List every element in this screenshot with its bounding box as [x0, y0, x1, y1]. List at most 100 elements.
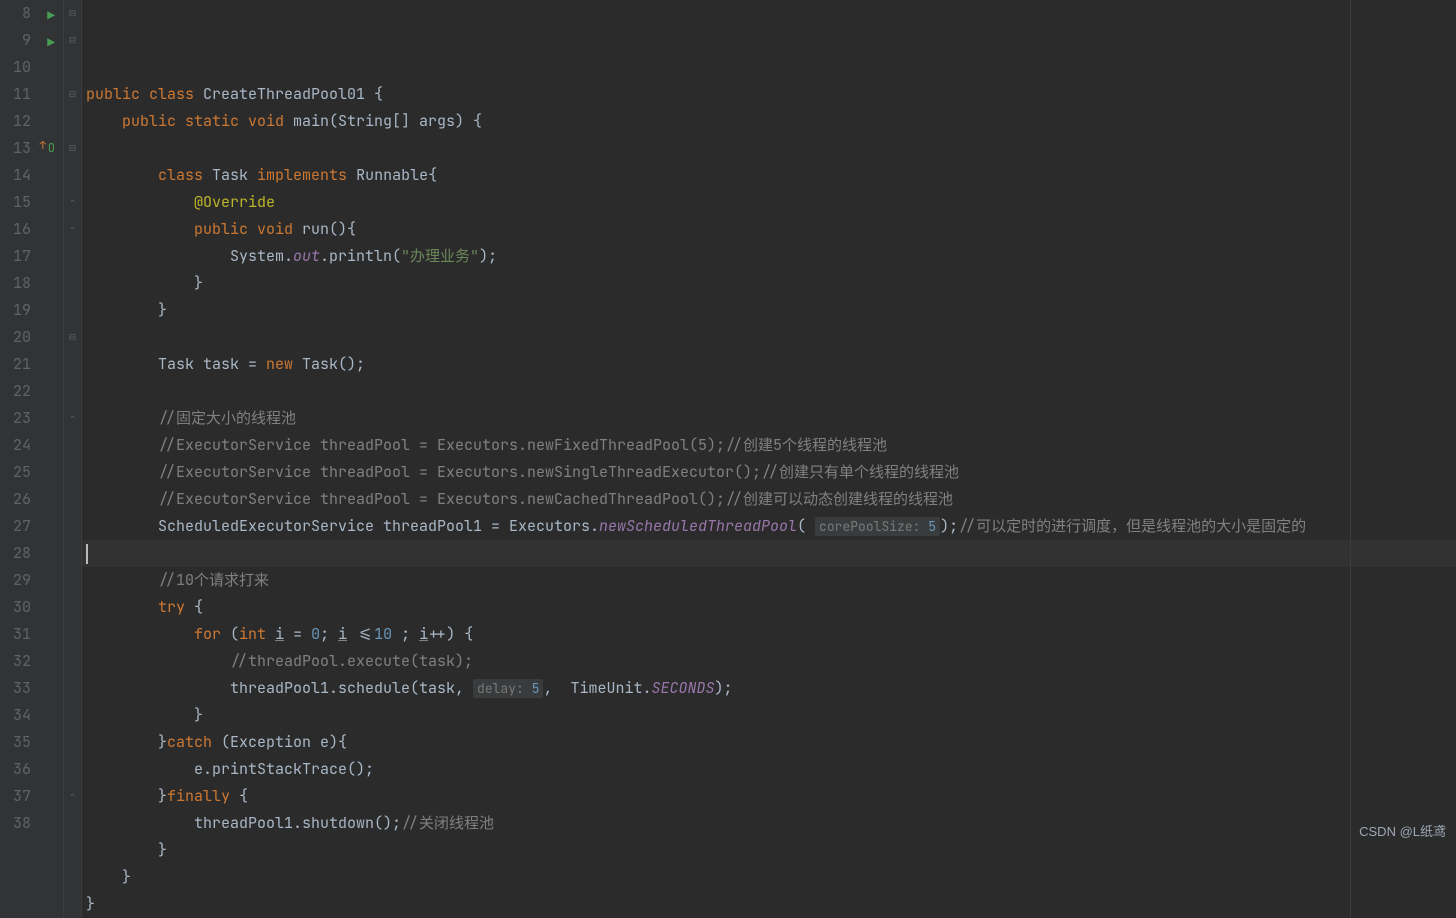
code-line[interactable]: for (int i = 0; i <=10 ; i++) { [82, 621, 1456, 648]
code-line[interactable]: try { [82, 594, 1456, 621]
code-line[interactable]: public void run(){ [82, 216, 1456, 243]
code-line[interactable]: //threadPool.execute(task); [82, 648, 1456, 675]
fold-marker[interactable] [64, 351, 81, 378]
line-number: 25 [0, 459, 31, 486]
line-number: 31 [0, 621, 31, 648]
fold-marker[interactable] [64, 459, 81, 486]
code-line[interactable] [82, 324, 1456, 351]
fold-marker[interactable] [64, 54, 81, 81]
fold-marker[interactable] [64, 621, 81, 648]
fold-marker[interactable]: ⊟ [64, 324, 81, 351]
fold-marker[interactable]: ⊟ [64, 135, 81, 162]
code-line[interactable]: } [82, 702, 1456, 729]
code-line[interactable]: //ExecutorService threadPool = Executors… [82, 486, 1456, 513]
parameter-hint: corePoolSize: 5 [815, 517, 940, 536]
code-line[interactable]: //ExecutorService threadPool = Executors… [82, 432, 1456, 459]
run-icon[interactable]: ▶ [47, 29, 55, 56]
fold-marker[interactable] [64, 432, 81, 459]
watermark: CSDN @L纸鸢 [1359, 818, 1446, 845]
fold-marker[interactable] [64, 702, 81, 729]
fold-marker[interactable] [64, 108, 81, 135]
fold-marker[interactable] [64, 729, 81, 756]
fold-marker[interactable] [64, 486, 81, 513]
line-number: 38 [0, 810, 31, 837]
code-line[interactable]: class Task implements Runnable{ [82, 162, 1456, 189]
line-number: 24 [0, 432, 31, 459]
code-line[interactable]: threadPool1.schedule(task, delay: 5, Tim… [82, 675, 1456, 702]
code-line[interactable] [82, 378, 1456, 405]
code-line[interactable]: Task task = new Task(); [82, 351, 1456, 378]
line-number: 30 [0, 594, 31, 621]
line-number: 22 [0, 378, 31, 405]
fold-marker[interactable] [64, 297, 81, 324]
code-line[interactable]: //固定大小的线程池 [82, 405, 1456, 432]
line-number: 17 [0, 243, 31, 270]
line-number: 8▶ [0, 0, 31, 27]
fold-marker[interactable]: ⌃ [64, 405, 81, 432]
fold-marker[interactable] [64, 594, 81, 621]
line-number: 35 [0, 729, 31, 756]
line-number: 26 [0, 486, 31, 513]
line-number-gutter: 8▶9▶10111213O↑14151617181920212223242526… [0, 0, 64, 918]
fold-marker[interactable] [64, 648, 81, 675]
line-number: 32 [0, 648, 31, 675]
line-number: 11 [0, 81, 31, 108]
line-number: 23 [0, 405, 31, 432]
code-area[interactable]: public class CreateThreadPool01 { public… [82, 0, 1456, 918]
code-line[interactable]: public static void main(String[] args) { [82, 108, 1456, 135]
line-number: 20 [0, 324, 31, 351]
fold-marker[interactable] [64, 162, 81, 189]
line-number: 21 [0, 351, 31, 378]
fold-marker[interactable]: ⌃ [64, 216, 81, 243]
line-number: 18 [0, 270, 31, 297]
fold-marker[interactable] [64, 756, 81, 783]
code-line[interactable]: //10个请求打来 [82, 567, 1456, 594]
run-icon[interactable]: ▶ [47, 2, 55, 29]
code-line[interactable]: }catch (Exception e){ [82, 729, 1456, 756]
fold-marker[interactable] [64, 540, 81, 567]
line-number: 27 [0, 513, 31, 540]
fold-marker[interactable] [64, 810, 81, 837]
line-number: 15 [0, 189, 31, 216]
override-icon[interactable]: O [48, 135, 55, 162]
fold-marker[interactable]: ⊟ [64, 0, 81, 27]
fold-marker[interactable]: ⌃ [64, 783, 81, 810]
line-number: 16 [0, 216, 31, 243]
fold-bar[interactable]: ⊟⊟⊟⊟⌃⌃⊟⌃⌃ [64, 0, 82, 918]
line-number: 9▶ [0, 27, 31, 54]
fold-marker[interactable] [64, 675, 81, 702]
code-line[interactable]: public class CreateThreadPool01 { [82, 81, 1456, 108]
code-line[interactable]: //ExecutorService threadPool = Executors… [82, 459, 1456, 486]
line-number: 34 [0, 702, 31, 729]
line-number: 29 [0, 567, 31, 594]
line-number: 13O↑ [0, 135, 31, 162]
fold-marker[interactable] [64, 243, 81, 270]
code-line[interactable]: @Override [82, 189, 1456, 216]
code-line[interactable]: } [82, 270, 1456, 297]
line-number: 12 [0, 108, 31, 135]
fold-marker[interactable]: ⊟ [64, 81, 81, 108]
line-number: 36 [0, 756, 31, 783]
code-line[interactable]: ScheduledExecutorService threadPool1 = E… [82, 513, 1456, 540]
fold-marker[interactable] [64, 270, 81, 297]
line-number: 37 [0, 783, 31, 810]
fold-marker[interactable] [64, 567, 81, 594]
code-line[interactable]: } [82, 864, 1456, 891]
code-line[interactable]: e.printStackTrace(); [82, 756, 1456, 783]
line-number: 14 [0, 162, 31, 189]
fold-marker[interactable] [64, 513, 81, 540]
line-number: 33 [0, 675, 31, 702]
fold-marker[interactable] [64, 378, 81, 405]
fold-marker[interactable]: ⌃ [64, 189, 81, 216]
code-line[interactable]: System.out.println("办理业务"); [82, 243, 1456, 270]
parameter-hint: delay: 5 [473, 679, 543, 698]
code-editor[interactable]: 8▶9▶10111213O↑14151617181920212223242526… [0, 0, 1456, 918]
fold-marker[interactable]: ⊟ [64, 27, 81, 54]
code-line[interactable] [82, 135, 1456, 162]
line-number: 19 [0, 297, 31, 324]
code-line[interactable]: threadPool1.shutdown();//关闭线程池 [82, 810, 1456, 837]
code-line[interactable] [82, 540, 1456, 567]
code-line[interactable]: } [82, 297, 1456, 324]
code-line[interactable]: }finally { [82, 783, 1456, 810]
code-line[interactable]: } [82, 891, 1456, 918]
